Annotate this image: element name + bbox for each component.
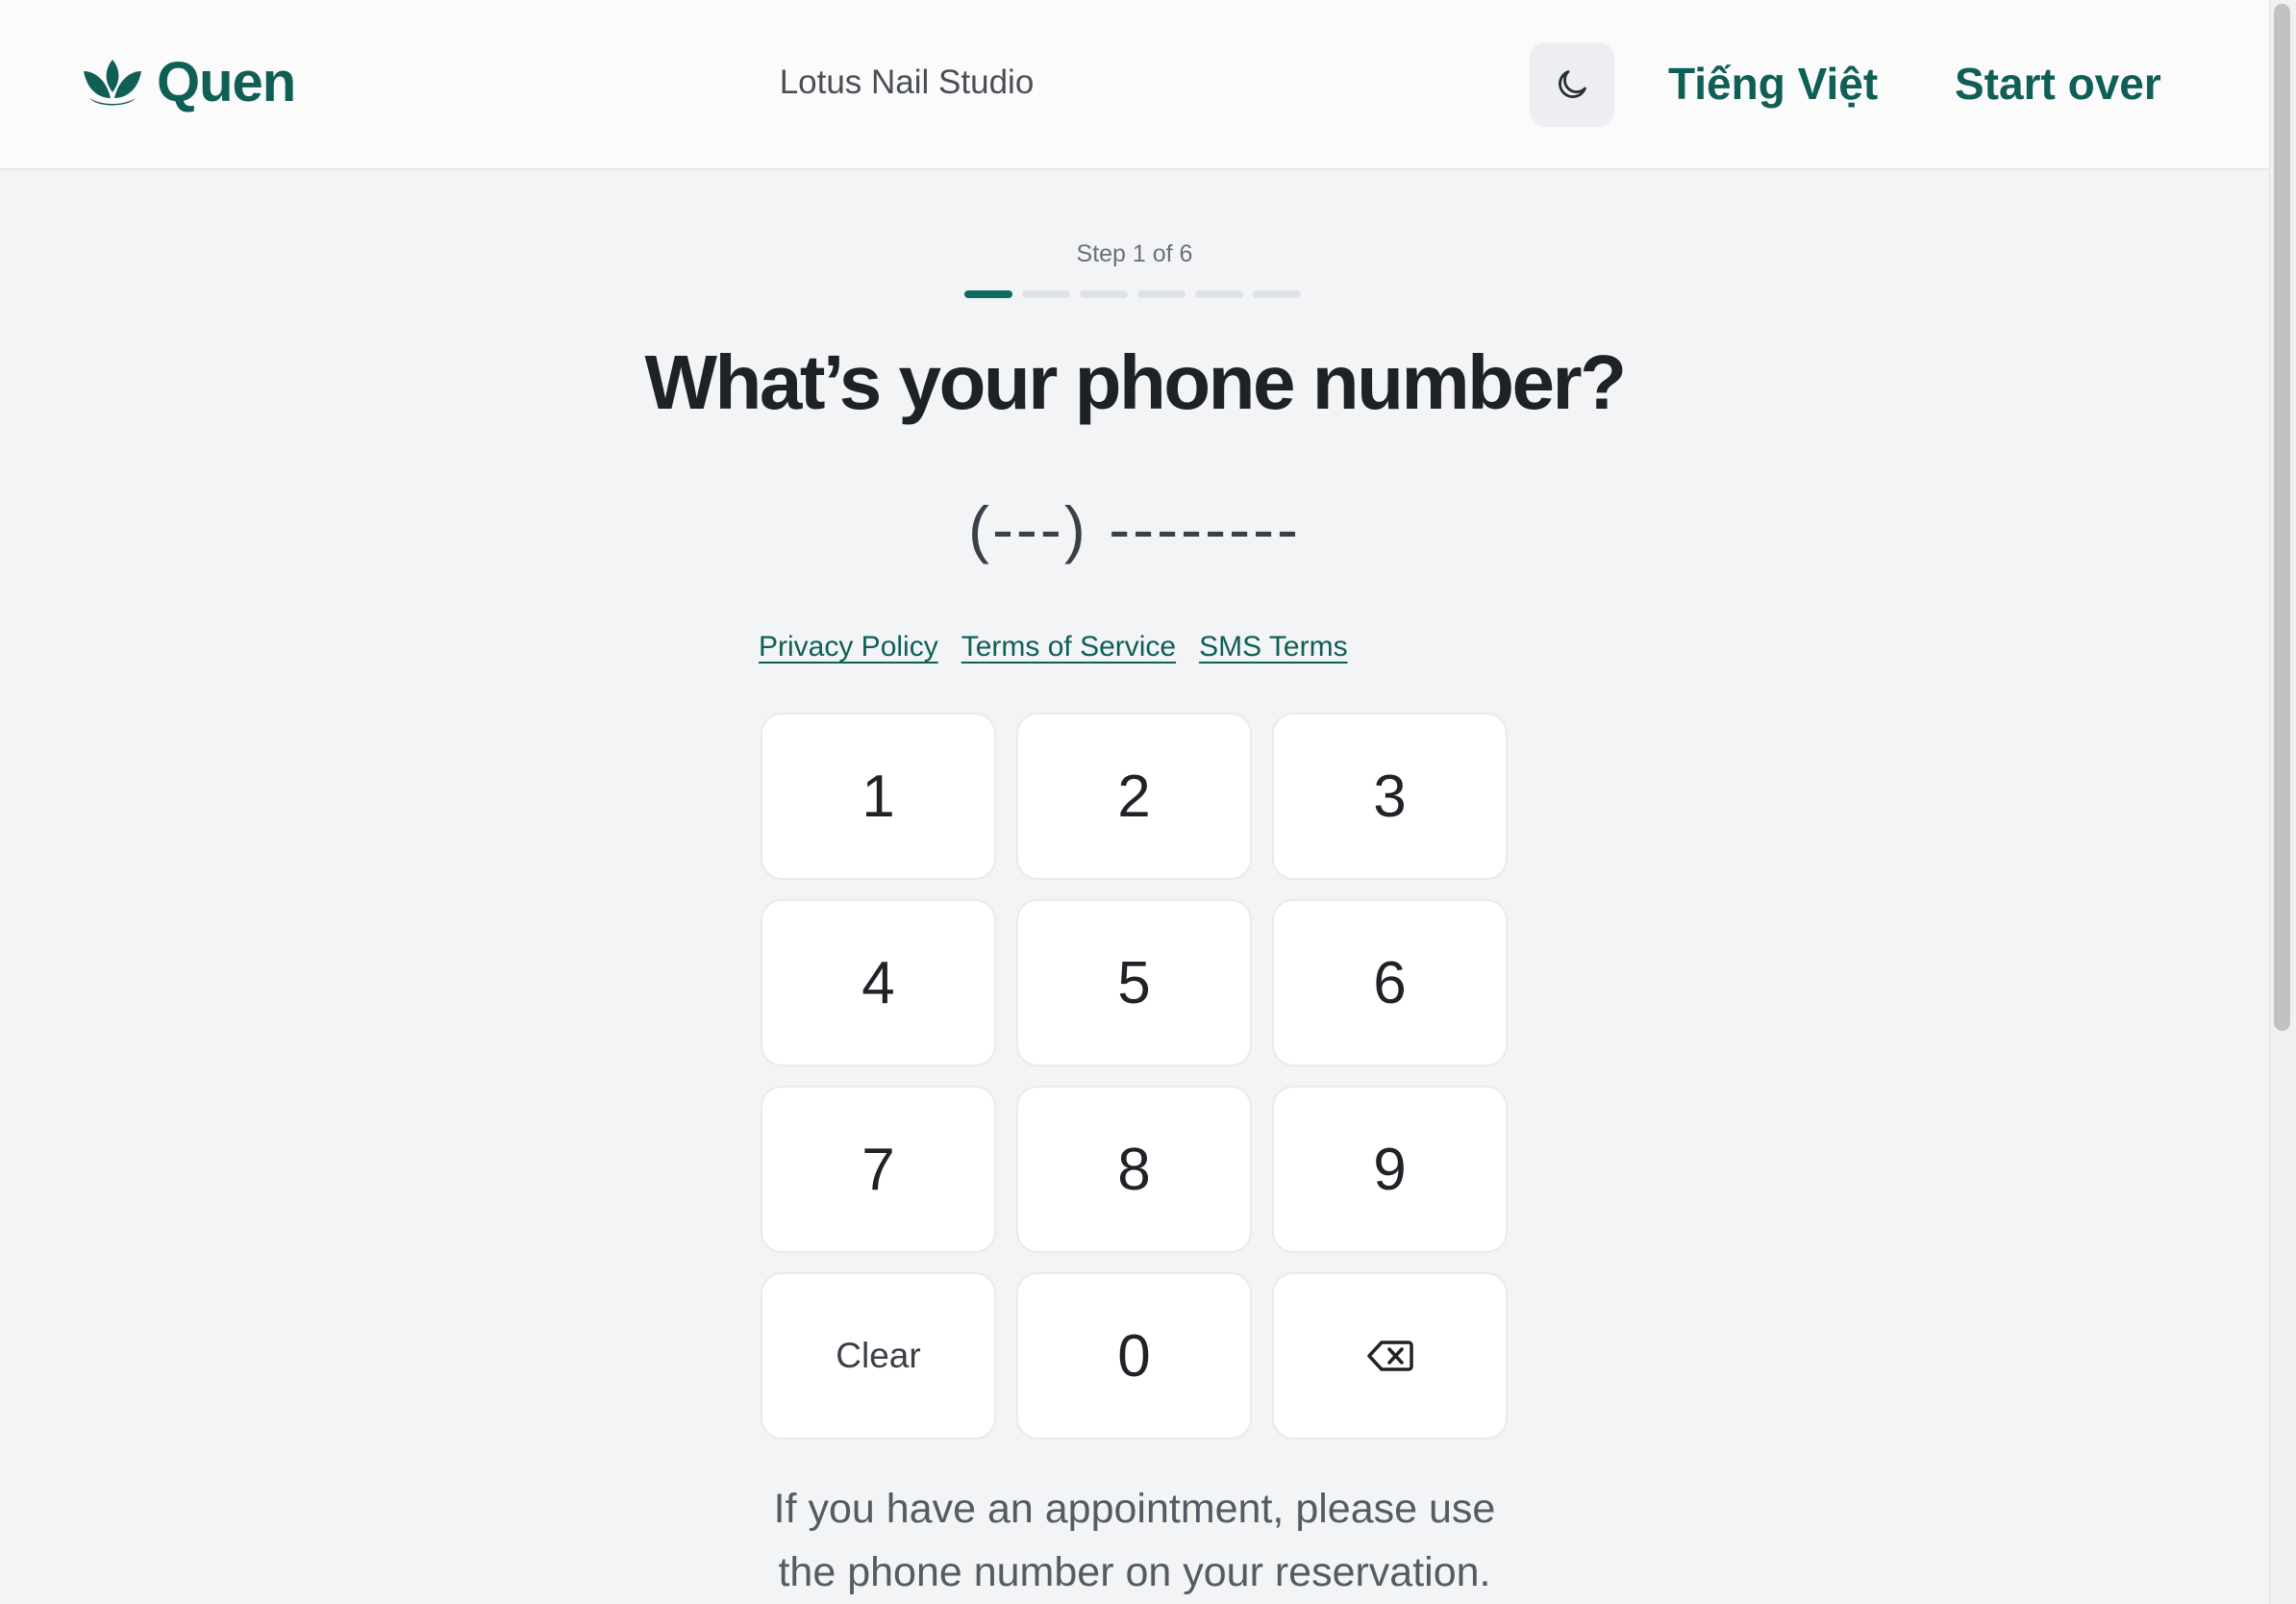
legal-links: Privacy Policy Terms of Service SMS Term… [759,631,1348,664]
progress-segment [1080,290,1128,298]
top-bar: Quen Lotus Nail Studio Tiếng Việt Start … [0,0,2269,170]
key-2[interactable]: 2 [1016,713,1252,880]
step-progress [964,290,1301,298]
appointment-hint: If you have an appointment, please use t… [0,1477,2269,1604]
key-3[interactable]: 3 [1272,713,1508,880]
language-toggle[interactable]: Tiếng Việt [1668,58,1878,110]
key-8[interactable]: 8 [1016,1086,1252,1253]
step-label: Step 1 of 6 [1076,240,1193,267]
theme-toggle-button[interactable] [1530,42,1614,127]
moon-icon [1559,70,1586,98]
progress-segment [1195,290,1243,298]
backspace-button[interactable] [1272,1272,1508,1440]
backspace-icon [1366,1341,1413,1371]
page-title: What’s your phone number? [644,339,1627,425]
terms-of-service-link[interactable]: Terms of Service [961,631,1176,664]
progress-segment [1253,290,1301,298]
key-6[interactable]: 6 [1272,899,1508,1066]
progress-segment [964,290,1012,298]
numeric-keypad: 1 2 3 4 5 6 7 8 9 Clear 0 [761,713,1508,1440]
scrollbar-thumb[interactable] [2274,4,2290,1031]
clear-button[interactable]: Clear [761,1272,996,1440]
privacy-policy-link[interactable]: Privacy Policy [759,631,938,664]
phone-number-display: (---) -------- [967,493,1302,564]
key-4[interactable]: 4 [761,899,996,1066]
progress-segment [1137,290,1185,298]
key-0[interactable]: 0 [1016,1272,1252,1440]
key-7[interactable]: 7 [761,1086,996,1253]
hint-line: If you have an appointment, please use [773,1486,1496,1532]
sms-terms-link[interactable]: SMS Terms [1199,631,1347,664]
key-9[interactable]: 9 [1272,1086,1508,1253]
progress-segment [1022,290,1070,298]
hint-line: the phone number on your reservation. [778,1549,1491,1595]
start-over-button[interactable]: Start over [1955,58,2161,110]
key-1[interactable]: 1 [761,713,996,880]
key-5[interactable]: 5 [1016,899,1252,1066]
